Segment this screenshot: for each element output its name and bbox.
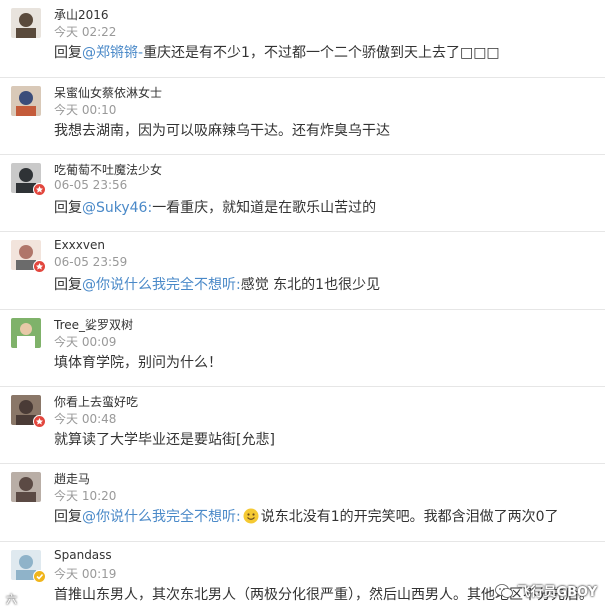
comment-text: 就算读了大学毕业还是要站街[允悲]: [54, 429, 275, 449]
verified-badge-icon: [33, 415, 46, 428]
wechat-logo-icon: [495, 583, 514, 603]
comment-text: 回复@Suky46:一看重庆，就知道是在歌乐山苦过的: [54, 197, 376, 217]
comment-body: 我想去湖南，因为可以吸麻辣乌干达。还有炸臭乌干达: [54, 123, 390, 139]
timestamp: 今天 00:48: [54, 412, 117, 426]
comment-body: 说东北没有1的开完笑吧。我都含泪做了两次0了: [260, 509, 559, 525]
smile-emoji-icon: [243, 508, 259, 524]
comment-item: 你看上去蛮好吃 今天 00:48 就算读了大学毕业还是要站街[允悲]: [0, 387, 605, 464]
timestamp: 今天 00:19: [54, 567, 117, 581]
comment-item: 呆蜜仙女蔡依淋女士 今天 00:10 我想去湖南，因为可以吸麻辣乌干达。还有炸臭…: [0, 78, 605, 155]
avatar[interactable]: [11, 8, 41, 38]
mention-link[interactable]: @郑锵锵-: [82, 45, 143, 61]
username[interactable]: 承山2016: [54, 6, 109, 23]
comment-item: 趙走马 今天 10:20 回复@你说什么我完全不想听: 说东北没有1的开完笑吧。我…: [0, 464, 605, 542]
reply-prefix: 回复: [54, 45, 82, 61]
watermark-text: 飞行员GBOY: [517, 585, 597, 600]
comment-body: 就算读了大学毕业还是要站街[允悲]: [54, 432, 275, 448]
avatar[interactable]: [11, 86, 41, 116]
mention-link[interactable]: @Suky46:: [82, 200, 152, 216]
comment-body: 感觉 东北的1也很少见: [240, 277, 381, 293]
comment-item: Exxxven 06-05 23:59 回复@你说什么我完全不想听:感觉 东北的…: [0, 232, 605, 310]
verified-badge-icon: [33, 260, 46, 273]
comment-item: Spandass 今天 00:19 首推山东男人，其次东北男人（两极分化很严重）…: [0, 542, 605, 615]
mention-link[interactable]: @你说什么我完全不想听:: [82, 277, 241, 293]
username[interactable]: 趙走马: [54, 470, 90, 487]
reply-prefix: 回复: [54, 200, 82, 216]
avatar[interactable]: [11, 318, 41, 348]
comment-text: 回复@郑锵锵-重庆还是有不少1，不过都一个二个骄傲到天上去了□□□: [54, 42, 500, 62]
reply-prefix: 回复: [54, 509, 82, 525]
timestamp: 今天 10:20: [54, 489, 117, 503]
reply-prefix: 回复: [54, 277, 82, 293]
comment-text: 我想去湖南，因为可以吸麻辣乌干达。还有炸臭乌干达: [54, 120, 390, 140]
username[interactable]: 吃葡萄不吐魔法少女: [54, 161, 162, 178]
watermark: 飞行员GBOY: [495, 581, 597, 603]
verified-badge-icon: [33, 570, 46, 583]
username[interactable]: 呆蜜仙女蔡依淋女士: [54, 84, 162, 101]
username[interactable]: 你看上去蛮好吃: [54, 393, 138, 410]
timestamp: 今天 02:22: [54, 25, 117, 39]
timestamp: 06-05 23:59: [54, 255, 128, 269]
comment-item: 吃葡萄不吐魔法少女 06-05 23:56 回复@Suky46:一看重庆，就知道…: [0, 155, 605, 232]
comment-item: 承山2016 今天 02:22 回复@郑锵锵-重庆还是有不少1，不过都一个二个骄…: [0, 0, 605, 78]
timestamp: 06-05 23:56: [54, 178, 128, 192]
comment-text: 填体育学院，别问为什么！: [54, 352, 222, 372]
comment-body: 一看重庆，就知道是在歌乐山苦过的: [152, 200, 377, 216]
avatar[interactable]: [11, 472, 41, 502]
username[interactable]: Spandass: [54, 548, 112, 562]
mention-link[interactable]: @你说什么我完全不想听:: [82, 509, 241, 525]
comment-body: 填体育学院，别问为什么！: [54, 355, 222, 371]
username[interactable]: Tree_娑罗双树: [54, 316, 133, 333]
watermark-left: 六: [6, 593, 17, 606]
comment-item: Tree_娑罗双树 今天 00:09 填体育学院，别问为什么！: [0, 310, 605, 387]
username[interactable]: Exxxven: [54, 238, 105, 252]
timestamp: 今天 00:09: [54, 335, 117, 349]
comment-text: 回复@你说什么我完全不想听: 说东北没有1的开完笑吧。我都含泪做了两次0了: [54, 506, 559, 526]
timestamp: 今天 00:10: [54, 103, 117, 117]
comment-text: 回复@你说什么我完全不想听:感觉 东北的1也很少见: [54, 274, 380, 294]
verified-badge-icon: [33, 183, 46, 196]
comment-body: 重庆还是有不少1，不过都一个二个骄傲到天上去了□□□: [143, 45, 500, 61]
